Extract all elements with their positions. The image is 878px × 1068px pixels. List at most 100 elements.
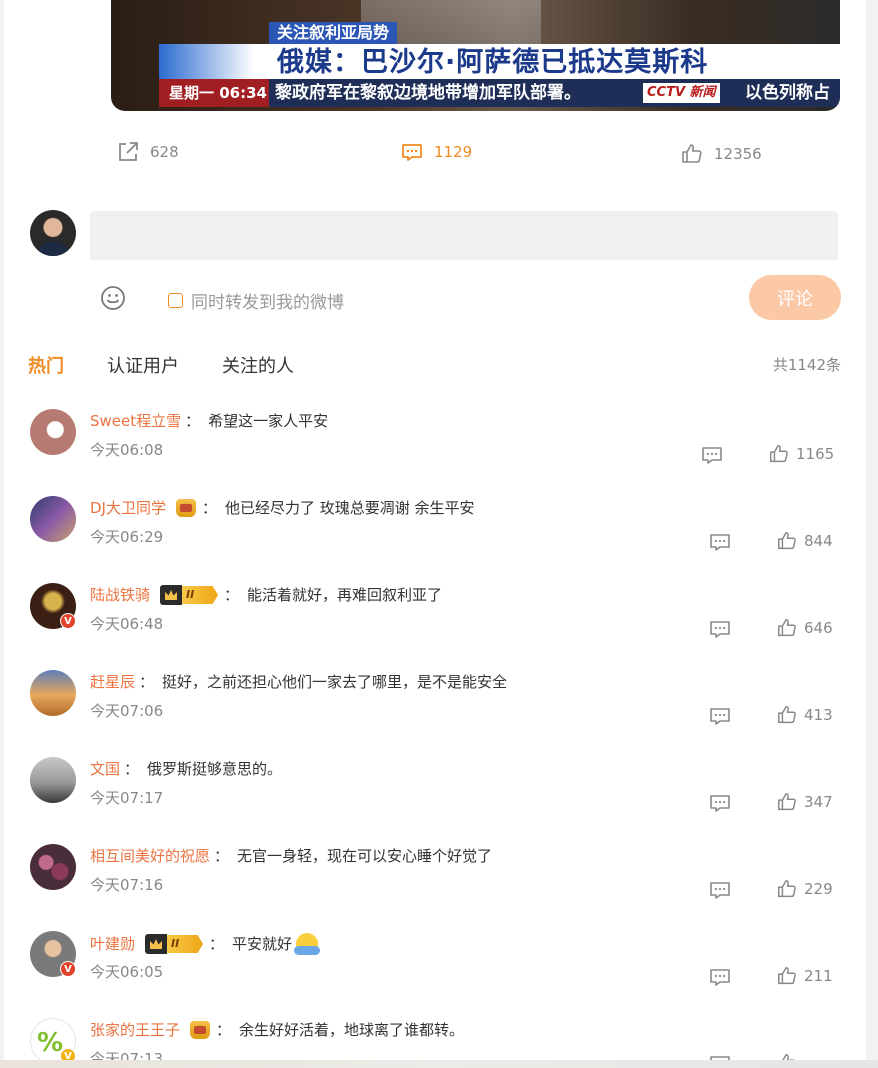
- crown-badge-icon: [190, 1021, 211, 1039]
- thumbs-up-icon: [682, 144, 702, 163]
- tab-verified-users[interactable]: 认证用户: [107, 352, 179, 378]
- comment-like-button[interactable]: 347: [776, 791, 833, 813]
- like-count: 12356: [714, 145, 762, 163]
- reply-icon: [710, 534, 730, 551]
- comment-input[interactable]: [90, 211, 838, 260]
- reply-icon: [710, 969, 730, 986]
- comment-item: V 叶建勋 II ： 平安就好 今天06:05 211: [4, 931, 866, 1018]
- comment-button[interactable]: 1129: [400, 140, 472, 164]
- thumbs-up-icon: [778, 880, 796, 898]
- submit-comment-button[interactable]: 评论: [749, 275, 841, 320]
- avatar[interactable]: [30, 496, 76, 542]
- comment-like-button[interactable]: 646: [776, 617, 833, 639]
- comment-time: 今天07:06: [90, 702, 164, 720]
- video-headline: 俄媒：巴沙尔·阿萨德已抵达莫斯科: [277, 47, 709, 78]
- my-avatar[interactable]: [30, 210, 76, 256]
- reply-button[interactable]: [708, 878, 732, 906]
- colon: ：: [124, 760, 140, 778]
- comment-like-count: 211: [804, 967, 833, 985]
- verified-badge-icon: V: [60, 613, 76, 629]
- vip-badge: II: [145, 934, 204, 954]
- comment-text: 他已经尽力了 玫瑰总要凋谢 余生平安: [225, 499, 475, 517]
- like-button[interactable]: 12356: [680, 142, 762, 166]
- comment-time: 今天06:05: [90, 963, 164, 981]
- comment-text: 俄罗斯挺够意思的。: [147, 760, 283, 778]
- comment-text: 余生好好活着，地球离了谁都转。: [239, 1021, 465, 1039]
- comment-text: 能活着就好，再难回叙利亚了: [247, 586, 443, 604]
- comment-username[interactable]: 陆战铁骑: [90, 585, 150, 605]
- comment-username[interactable]: DJ大卫同学: [90, 498, 166, 518]
- bottom-edge: [0, 1060, 878, 1068]
- colon: ：: [139, 673, 155, 691]
- thumbs-up-icon: [778, 532, 796, 550]
- crown-icon: [145, 934, 168, 954]
- repost-icon: [119, 142, 138, 161]
- reply-button[interactable]: [708, 704, 732, 732]
- comment-username[interactable]: 相互间美好的祝愿: [90, 846, 210, 866]
- vip-level: II: [182, 586, 219, 604]
- reply-button[interactable]: [708, 617, 732, 645]
- avatar[interactable]: [30, 670, 76, 716]
- comment-like-count: 347: [804, 793, 833, 811]
- comment-like-button[interactable]: 413: [776, 704, 833, 726]
- comment-like-button[interactable]: 211: [776, 965, 833, 987]
- video-player[interactable]: 关注叙利亚局势 俄媒：巴沙尔·阿萨德已抵达莫斯科 星期一 06:34 黎政府军在…: [111, 0, 840, 111]
- video-topic-tag: 关注叙利亚局势: [269, 22, 398, 44]
- thumbs-up-icon: [778, 793, 796, 811]
- colon: ：: [209, 935, 225, 953]
- video-ticker-time: 星期一 06:34: [159, 79, 269, 107]
- comment-username[interactable]: Sweet程立雪: [90, 411, 181, 431]
- thumbs-up-icon: [770, 445, 788, 463]
- vip-badge: II: [160, 585, 219, 605]
- comment-icon: [402, 144, 422, 161]
- reply-button[interactable]: [700, 443, 724, 471]
- comment-time: 今天06:08: [90, 441, 164, 459]
- comment-item: 赶星辰： 挺好，之前还担心他们一家去了哪里，是不是能安全 今天07:06 413: [4, 670, 866, 757]
- comment-text: 平安就好: [232, 935, 293, 953]
- comment-time: 今天06:48: [90, 615, 164, 633]
- video-ticker-text-2: 以色列称占: [745, 83, 830, 103]
- comment-count: 1129: [434, 143, 473, 161]
- comment-username[interactable]: 文国: [90, 759, 120, 779]
- verified-badge-icon: V: [60, 961, 76, 977]
- comment-username[interactable]: 赶星辰: [90, 672, 135, 692]
- colon: ：: [224, 586, 240, 604]
- comment-like-count: 844: [804, 532, 833, 550]
- thumbs-up-icon: [778, 619, 796, 637]
- avatar[interactable]: [30, 844, 76, 890]
- reply-button[interactable]: [708, 530, 732, 558]
- hug-emoji-icon: [294, 933, 321, 955]
- comment-like-count: 413: [804, 706, 833, 724]
- thumbs-up-icon: [778, 706, 796, 724]
- repost-checkbox-label: 同时转发到我的微博: [191, 293, 344, 313]
- avatar[interactable]: [30, 409, 76, 455]
- comment-like-button[interactable]: 229: [776, 878, 833, 900]
- comment-like-count: 1165: [796, 445, 835, 463]
- comment-like-count: 646: [804, 619, 833, 637]
- avatar[interactable]: [30, 757, 76, 803]
- comment-username[interactable]: 叶建勋: [90, 934, 135, 954]
- colon: ：: [214, 847, 230, 865]
- tab-hot[interactable]: 热门: [28, 352, 64, 378]
- checkbox-box[interactable]: [168, 293, 183, 308]
- reply-button[interactable]: [708, 791, 732, 819]
- comment-time: 今天06:29: [90, 528, 164, 546]
- comment-like-button[interactable]: 844: [776, 530, 833, 552]
- comment-username[interactable]: 张家的王王子: [90, 1020, 180, 1040]
- reply-icon: [710, 882, 730, 899]
- emoji-icon[interactable]: [100, 285, 126, 311]
- comment-text: 挺好，之前还担心他们一家去了哪里，是不是能安全: [162, 673, 508, 691]
- reply-button[interactable]: [708, 965, 732, 993]
- comment-time: 今天07:17: [90, 789, 164, 807]
- colon: ：: [216, 1021, 232, 1039]
- post-action-bar: 628 1129 12356: [4, 138, 866, 168]
- repost-button[interactable]: 628: [116, 140, 179, 164]
- comment-like-button[interactable]: 1165: [768, 443, 834, 465]
- repost-to-weibo-checkbox[interactable]: 同时转发到我的微博: [168, 288, 344, 313]
- reply-icon: [702, 447, 722, 464]
- comment-total: 共1142条: [772, 356, 841, 374]
- tab-following[interactable]: 关注的人: [222, 352, 294, 378]
- comment-text: 希望这一家人平安: [208, 412, 329, 430]
- crown-badge-icon: [175, 499, 196, 517]
- crown-icon: [160, 585, 183, 605]
